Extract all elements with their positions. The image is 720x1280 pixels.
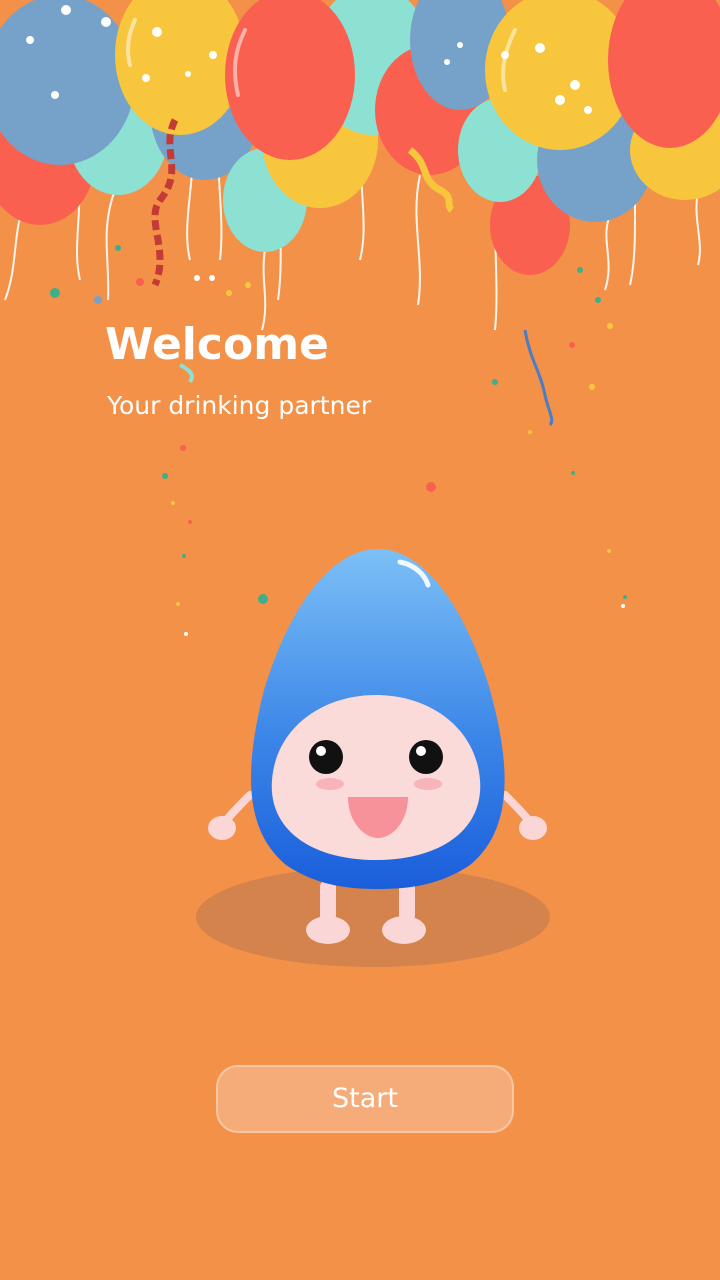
welcome-subtitle: Your drinking partner	[107, 391, 372, 420]
start-button[interactable]: Start	[216, 1065, 514, 1133]
welcome-screen: Welcome Your drinking partner Start	[0, 0, 720, 1280]
welcome-title: Welcome	[105, 319, 329, 370]
